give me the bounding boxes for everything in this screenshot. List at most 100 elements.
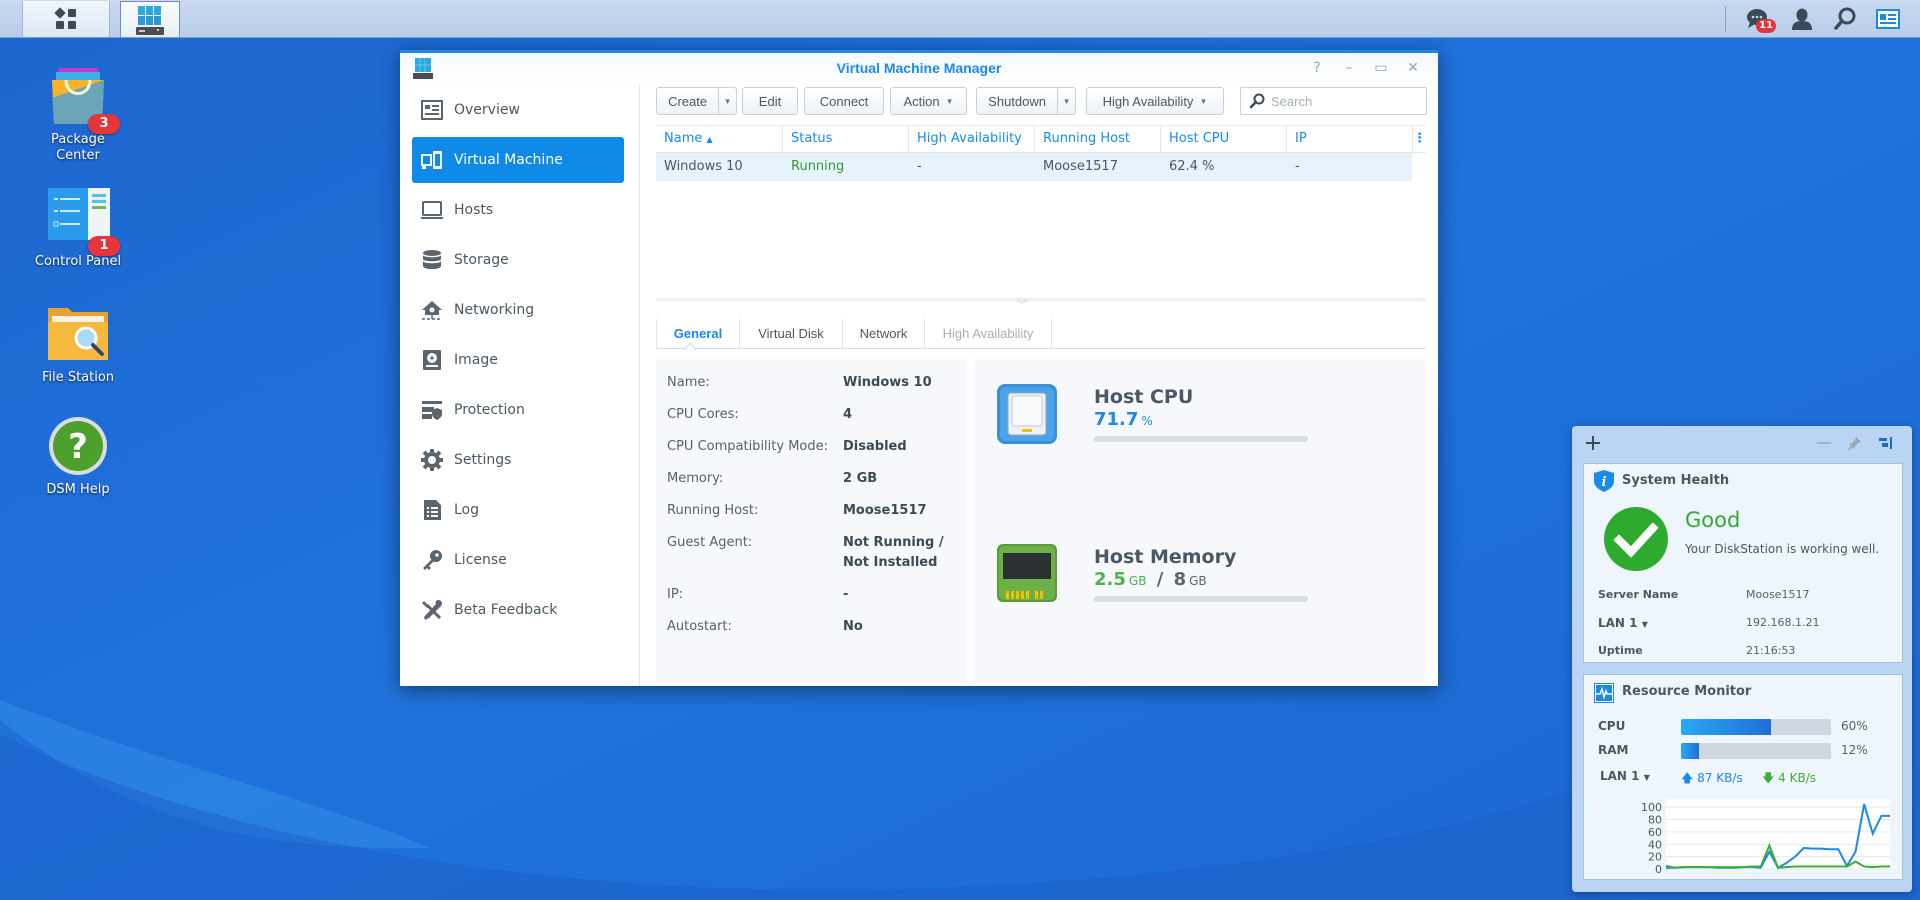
user-button[interactable] (1786, 4, 1818, 34)
sort-ascending-icon: ▲ (706, 135, 713, 144)
column-header-name[interactable]: Name ▲ (656, 126, 783, 152)
host-cpu-unit: % (1141, 414, 1153, 428)
column-header-host-cpu[interactable]: Host CPU (1161, 126, 1287, 152)
action-button[interactable]: Action ▼ (890, 87, 967, 115)
search-icon (1834, 7, 1856, 30)
sidebar-item-storage[interactable]: Storage (412, 237, 624, 283)
close-button[interactable]: ✕ (1402, 57, 1424, 79)
minimize-widgets-button[interactable] (1813, 432, 1835, 454)
sidebar-item-settings[interactable]: Settings (412, 437, 624, 483)
sidebar-item-protection[interactable]: Protection (412, 387, 624, 433)
chevron-down-icon: ▼ (1641, 620, 1648, 629)
create-button[interactable]: Create ▼ (656, 87, 737, 115)
health-good-check-icon (1604, 507, 1668, 571)
sidebar-item-label: Hosts (454, 202, 494, 218)
desktop-icon-dsm-help[interactable]: ? DSM Help (22, 414, 134, 498)
upload-arrow-icon: 🡅 (1681, 771, 1694, 785)
window-titlebar[interactable]: Virtual Machine Manager ? – ▭ ✕ (400, 53, 1438, 85)
overview-icon (420, 98, 444, 122)
create-dropdown-arrow[interactable]: ▼ (718, 88, 736, 114)
field-value-cpu-cores: 4 (843, 407, 853, 422)
sidebar-item-overview[interactable]: Overview (412, 87, 624, 133)
table-row[interactable]: Windows 10 Running - Moose1517 62.4 % - (656, 153, 1412, 181)
chevron-down-icon: ▼ (1643, 773, 1650, 782)
field-label-running-host: Running Host: (667, 503, 759, 518)
column-header-running-host[interactable]: Running Host (1035, 126, 1161, 152)
connect-button[interactable]: Connect (804, 87, 884, 115)
minimize-button[interactable]: – (1338, 57, 1360, 79)
general-info-panel: Name: Windows 10 CPU Cores: 4 CPU Compat… (656, 359, 967, 683)
minimize-icon (1817, 442, 1831, 444)
y-tick-label: 100 (1641, 801, 1662, 814)
add-widget-button[interactable] (1582, 432, 1604, 454)
splitter-handle-icon[interactable]: ︾ (1014, 301, 1030, 311)
user-icon (1792, 8, 1812, 30)
ram-usage-bar (1681, 743, 1831, 759)
main-menu-button[interactable] (22, 1, 110, 37)
network-chart: 020406080100 (1641, 799, 1890, 873)
tab-virtual-disk[interactable]: Virtual Disk (739, 319, 842, 349)
chevron-down-icon: ▼ (945, 96, 954, 106)
pin-widgets-button[interactable] (1844, 432, 1866, 454)
help-button[interactable]: ? (1306, 57, 1328, 79)
desktop-icon-control-panel[interactable]: 1 Control Panel (22, 186, 134, 270)
field-label-guest-agent: Guest Agent: (667, 535, 753, 550)
shutdown-button[interactable]: Shutdown ▼ (976, 87, 1076, 115)
download-arrow-icon: 🡇 (1762, 771, 1775, 785)
search-field[interactable] (1240, 87, 1427, 115)
tab-general[interactable]: General (656, 319, 739, 349)
field-value-autostart: No (843, 619, 863, 634)
sidebar-item-virtual-machine[interactable]: Virtual Machine (412, 137, 624, 183)
taskbar-app-vmm[interactable] (120, 1, 180, 37)
widgets-button[interactable] (1872, 4, 1904, 34)
column-header-ip[interactable]: IP (1287, 126, 1413, 152)
search-button[interactable] (1829, 4, 1861, 34)
host-cpu-bar (1094, 436, 1308, 442)
notifications-button[interactable]: 11 (1742, 4, 1776, 34)
sidebar-item-image[interactable]: Image (412, 337, 624, 383)
high-availability-button[interactable]: High Availability ▼ (1086, 87, 1224, 115)
sidebar-item-networking[interactable]: Networking (412, 287, 624, 333)
sidebar-item-label: Overview (454, 102, 520, 118)
column-header-high-availability[interactable]: High Availability (909, 126, 1035, 152)
ram-label: RAM (1598, 743, 1629, 757)
main-menu-icon (54, 7, 76, 29)
dock-widgets-button[interactable] (1875, 432, 1897, 454)
download-rate-value: 4 KB/s (1778, 771, 1817, 785)
maximize-button[interactable]: ▭ (1370, 57, 1392, 79)
cpu-usage-value: 60% (1841, 719, 1868, 733)
lan-monitor-selector[interactable]: LAN 1 ▼ (1600, 769, 1650, 783)
desktop-icon-label: Control Panel (34, 254, 122, 269)
virtual-machine-icon (420, 148, 444, 172)
add-widget-icon (1586, 436, 1600, 450)
uptime-label: Uptime (1598, 644, 1643, 657)
sidebar-item-label: Log (454, 502, 480, 518)
beta-feedback-icon (420, 598, 444, 622)
sidebar-item-beta-feedback[interactable]: Beta Feedback (412, 587, 624, 633)
lan-monitor-label: LAN 1 (1600, 769, 1640, 783)
host-memory-bar (1094, 596, 1308, 602)
edit-button[interactable]: Edit (742, 87, 798, 115)
desktop-icon-package-center[interactable]: 3 Package Center (22, 64, 134, 164)
column-options-icon[interactable]: ⋮ (1413, 126, 1426, 152)
sidebar-item-hosts[interactable]: Hosts (412, 187, 624, 233)
panel-splitter[interactable] (656, 298, 1426, 302)
column-header-status[interactable]: Status (783, 126, 909, 152)
search-input[interactable] (1271, 93, 1421, 109)
log-icon (420, 498, 444, 522)
host-memory-value: 2.5 GB / 8 GB (1094, 569, 1207, 590)
desktop-icon-file-station[interactable]: File Station (22, 302, 134, 386)
lan-selector[interactable]: LAN 1 ▼ (1598, 616, 1648, 630)
file-station-icon (48, 308, 108, 360)
chart-plot-area (1666, 799, 1890, 869)
ram-usage-bar-fill (1681, 743, 1699, 759)
host-cpu-number: 71.7 (1094, 409, 1139, 430)
sidebar-item-license[interactable]: License (412, 537, 624, 583)
sidebar-item-label: Settings (454, 452, 512, 468)
cell-host-cpu: 62.4 % (1169, 159, 1215, 174)
sidebar-item-log[interactable]: Log (412, 487, 624, 533)
resource-monitor-title: Resource Monitor (1622, 684, 1752, 699)
tab-network[interactable]: Network (842, 319, 924, 349)
shutdown-dropdown-arrow[interactable]: ▼ (1057, 88, 1075, 114)
tab-high-availability[interactable]: High Availability (924, 319, 1052, 349)
